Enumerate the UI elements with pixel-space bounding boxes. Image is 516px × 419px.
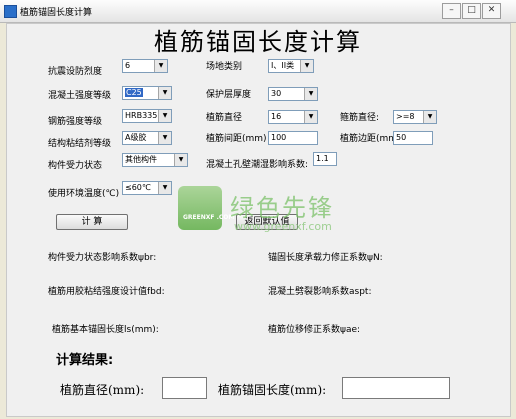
adhesive-grade-label: 结构粘结剂等级: [48, 139, 112, 149]
page-title: 植筋锚固长度计算: [154, 28, 362, 56]
maximize-button[interactable]: □: [462, 3, 481, 19]
concrete-grade-select[interactable]: C25 ▼: [122, 86, 172, 100]
ls-label: 植筋基本锚固长度ls(mm):: [52, 325, 159, 335]
close-button[interactable]: ✕: [482, 3, 501, 19]
fbd-label: 植筋用胶粘结强度设计值fbd:: [48, 287, 165, 297]
chevron-down-icon[interactable]: ▼: [158, 182, 171, 194]
psi-n-label: 锚固长度承载力修正系数ψN:: [268, 253, 383, 263]
cover-thickness-label: 保护层厚度: [206, 90, 252, 100]
minimize-button[interactable]: –: [442, 3, 461, 19]
steel-grade-label: 钢筋强度等级: [48, 117, 103, 127]
stirrup-diameter-select[interactable]: >=8 ▼: [393, 110, 437, 124]
edge-distance-input[interactable]: 50: [393, 131, 433, 145]
greenxf-logo-text: GREENXF .COM: [183, 214, 235, 221]
stirrup-diameter-label: 箍筋直径:: [340, 113, 380, 123]
bar-spacing-label: 植筋间距(mm): [206, 134, 267, 144]
cover-thickness-select[interactable]: 30 ▼: [268, 87, 318, 101]
psi-br-label: 构件受力状态影响系数ψbr:: [48, 253, 157, 263]
concrete-grade-label: 混凝土强度等级: [48, 91, 112, 101]
a-spt-label: 混凝土劈裂影响系数aspt:: [268, 287, 372, 297]
bar-diameter-label: 植筋直径: [206, 113, 243, 123]
chevron-down-icon[interactable]: ▼: [158, 132, 171, 144]
edge-distance-label: 植筋边距(mm): [340, 134, 401, 144]
watermark-text: 绿色先锋: [230, 194, 334, 222]
result-anchor-label: 植筋锚固长度(mm):: [218, 383, 327, 397]
calculate-button[interactable]: 计 算: [56, 214, 128, 230]
site-class-select[interactable]: I、II类 ▼: [268, 59, 314, 73]
greenxf-logo: [178, 186, 222, 230]
psi-ae-label: 植筋位移修正系数ψae:: [268, 325, 361, 335]
results-title: 计算结果:: [56, 353, 114, 368]
bar-diameter-select[interactable]: 16 ▼: [268, 110, 318, 124]
adhesive-grade-select[interactable]: A级胶 ▼: [122, 131, 172, 145]
env-temp-select[interactable]: ≤60℃ ▼: [122, 181, 172, 195]
crack-factor-label: 混凝土孔壁潮湿影响系数:: [206, 160, 309, 170]
crack-factor-input[interactable]: 1.1: [313, 152, 337, 166]
stress-state-label: 构件受力状态: [48, 161, 103, 171]
chevron-down-icon[interactable]: ▼: [304, 88, 317, 100]
chevron-down-icon[interactable]: ▼: [154, 60, 167, 72]
result-diameter-field[interactable]: [162, 377, 207, 399]
site-class-label: 场地类别: [206, 62, 243, 72]
result-anchor-field[interactable]: [342, 377, 450, 399]
steel-grade-select[interactable]: HRB335 ▼: [122, 109, 172, 123]
seismic-grade-label: 抗震设防烈度: [48, 67, 103, 77]
window-title: 植筋锚固长度计算: [20, 8, 93, 18]
chevron-down-icon[interactable]: ▼: [174, 154, 187, 166]
env-temp-label: 使用环境温度(℃): [48, 189, 120, 199]
seismic-grade-select[interactable]: 6 ▼: [122, 59, 168, 73]
watermark-url: www.greenxf.com: [234, 220, 332, 233]
chevron-down-icon[interactable]: ▼: [158, 110, 171, 122]
stress-state-select[interactable]: 其他构件 ▼: [122, 153, 188, 167]
bar-spacing-input[interactable]: 100: [268, 131, 318, 145]
result-diameter-label: 植筋直径(mm):: [60, 383, 145, 397]
chevron-down-icon[interactable]: ▼: [423, 111, 436, 123]
chevron-down-icon[interactable]: ▼: [158, 87, 171, 99]
app-icon: [4, 5, 17, 18]
chevron-down-icon[interactable]: ▼: [304, 111, 317, 123]
chevron-down-icon[interactable]: ▼: [300, 60, 313, 72]
